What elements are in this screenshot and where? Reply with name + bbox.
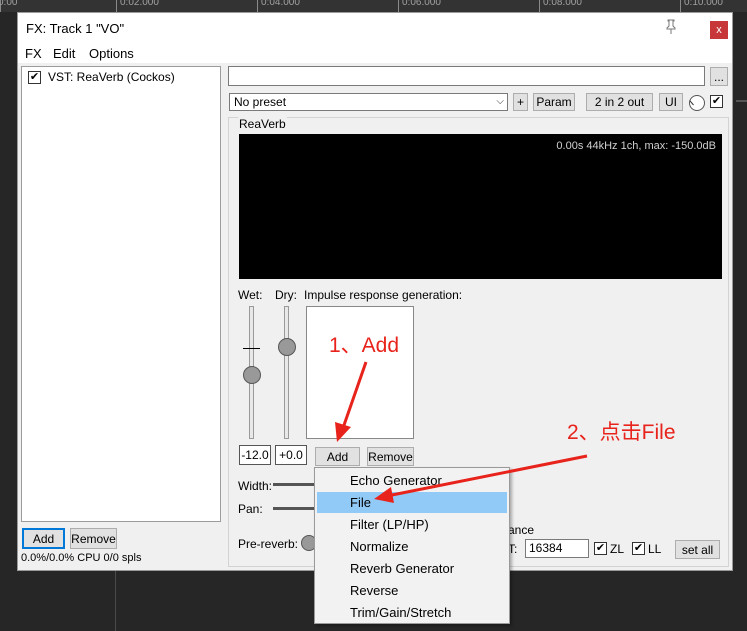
arrow-to-file-icon: [374, 454, 588, 503]
arrow-to-add-icon: [335, 361, 368, 442]
annotation-arrows: [335, 361, 588, 503]
